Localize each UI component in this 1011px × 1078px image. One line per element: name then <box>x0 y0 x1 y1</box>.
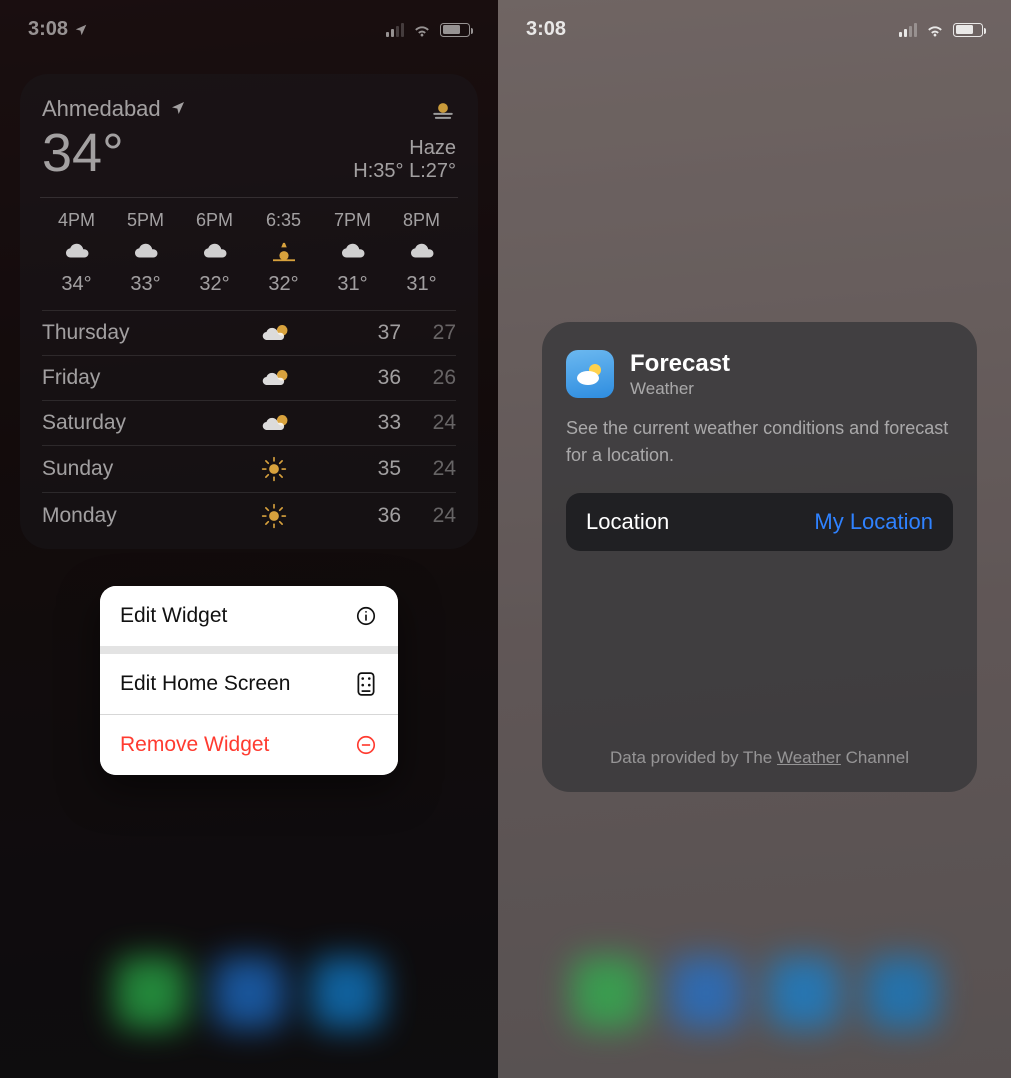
day-high: 37 <box>321 321 401 345</box>
wifi-icon <box>412 22 432 37</box>
hour-time: 6PM <box>196 210 233 231</box>
hour-time: 7PM <box>334 210 371 231</box>
hourly-forecast[interactable]: 4PM 34° 5PM 33° 6PM 32° 6:35 32° 7PM 31° 8PM 31° <box>42 206 456 306</box>
day-low: 24 <box>401 457 456 481</box>
daily-forecast[interactable]: Thursday3727Friday3626Saturday3324Sunday… <box>42 306 456 539</box>
day-low: 24 <box>401 411 456 435</box>
day-name: Sunday <box>42 457 261 481</box>
hour-temp: 31° <box>337 273 367 296</box>
widget-edit-sheet[interactable]: Forecast Weather See the current weather… <box>542 322 977 792</box>
day-row: Thursday 3727 <box>42 310 456 355</box>
cloud-icon <box>131 241 161 263</box>
battery-icon <box>953 23 983 37</box>
day-low: 24 <box>401 504 456 528</box>
sunset-icon <box>269 241 299 263</box>
widget-city: Ahmedabad <box>42 96 186 122</box>
hour-time: 8PM <box>403 210 440 231</box>
widget-temperature: 34° <box>42 126 186 180</box>
location-label: Location <box>586 509 669 535</box>
hour-temp: 33° <box>130 273 160 296</box>
cloud-icon <box>407 241 437 263</box>
hour-column: 5PM 33° <box>111 210 180 296</box>
dock-blurred <box>498 908 1011 1078</box>
hour-time: 6:35 <box>266 210 301 231</box>
weather-app-icon <box>566 350 614 398</box>
menu-separator <box>100 646 398 654</box>
battery-icon <box>440 23 470 37</box>
day-row: Sunday 3524 <box>42 445 456 492</box>
partly-cloudy-icon <box>261 366 321 390</box>
widget-hi-lo: H:35° L:27° <box>353 160 456 183</box>
widget-condition: Haze <box>353 137 456 160</box>
day-name: Friday <box>42 366 261 390</box>
screenshot-left: 3:08 Ahmedabad 34° <box>0 0 498 1078</box>
hour-temp: 32° <box>268 273 298 296</box>
hour-column: 7PM 31° <box>318 210 387 296</box>
haze-icon <box>430 100 456 124</box>
info-icon <box>354 604 378 628</box>
screenshot-right: 3:08 Forecast Weather See the current we… <box>498 0 1011 1078</box>
day-name: Saturday <box>42 411 261 435</box>
day-high: 36 <box>321 504 401 528</box>
day-low: 27 <box>401 321 456 345</box>
sheet-subtitle: Weather <box>630 379 730 399</box>
day-low: 26 <box>401 366 456 390</box>
sheet-description: See the current weather conditions and f… <box>566 415 953 469</box>
dock-blurred <box>0 908 498 1078</box>
status-bar: 3:08 <box>0 18 498 41</box>
location-row[interactable]: Location My Location <box>566 493 953 551</box>
sheet-title: Forecast <box>630 350 730 378</box>
remove-icon <box>354 733 378 757</box>
cellular-signal-icon <box>899 23 917 37</box>
day-high: 35 <box>321 457 401 481</box>
day-row: Friday 3626 <box>42 355 456 400</box>
sun-icon <box>261 503 321 529</box>
status-time: 3:08 <box>526 18 566 41</box>
hour-time: 5PM <box>127 210 164 231</box>
hour-column: 4PM 34° <box>42 210 111 296</box>
weather-channel-link[interactable]: Weather <box>777 748 841 767</box>
cloud-icon <box>200 241 230 263</box>
hour-column: 6:35 32° <box>249 210 318 296</box>
hour-temp: 31° <box>406 273 436 296</box>
weather-widget[interactable]: Ahmedabad 34° Haze H:35° L:27° 4PM 34° 5PM… <box>20 74 478 549</box>
hour-time: 4PM <box>58 210 95 231</box>
day-name: Monday <box>42 504 261 528</box>
partly-cloudy-icon <box>261 411 321 435</box>
wifi-icon <box>925 22 945 37</box>
day-high: 36 <box>321 366 401 390</box>
hour-column: 6PM 32° <box>180 210 249 296</box>
apps-icon <box>354 672 378 696</box>
day-row: Monday 3624 <box>42 492 456 539</box>
partly-cloudy-icon <box>261 321 321 345</box>
menu-edit-home-screen[interactable]: Edit Home Screen <box>100 654 398 714</box>
day-row: Saturday 3324 <box>42 400 456 445</box>
cloud-icon <box>338 241 368 263</box>
hour-temp: 32° <box>199 273 229 296</box>
menu-edit-widget[interactable]: Edit Widget <box>100 586 398 646</box>
menu-remove-widget[interactable]: Remove Widget <box>100 715 398 775</box>
location-services-icon <box>74 23 88 37</box>
cellular-signal-icon <box>386 23 404 37</box>
divider <box>40 197 458 198</box>
sun-icon <box>261 456 321 482</box>
hour-column: 8PM 31° <box>387 210 456 296</box>
hour-temp: 34° <box>61 273 91 296</box>
widget-context-menu: Edit Widget Edit Home Screen Remove Widg… <box>100 586 398 775</box>
location-value[interactable]: My Location <box>814 509 933 535</box>
status-time: 3:08 <box>28 18 68 41</box>
status-bar: 3:08 <box>498 18 1011 41</box>
sheet-footer: Data provided by The Weather Channel <box>566 748 953 774</box>
cloud-icon <box>62 241 92 263</box>
day-name: Thursday <box>42 321 261 345</box>
day-high: 33 <box>321 411 401 435</box>
